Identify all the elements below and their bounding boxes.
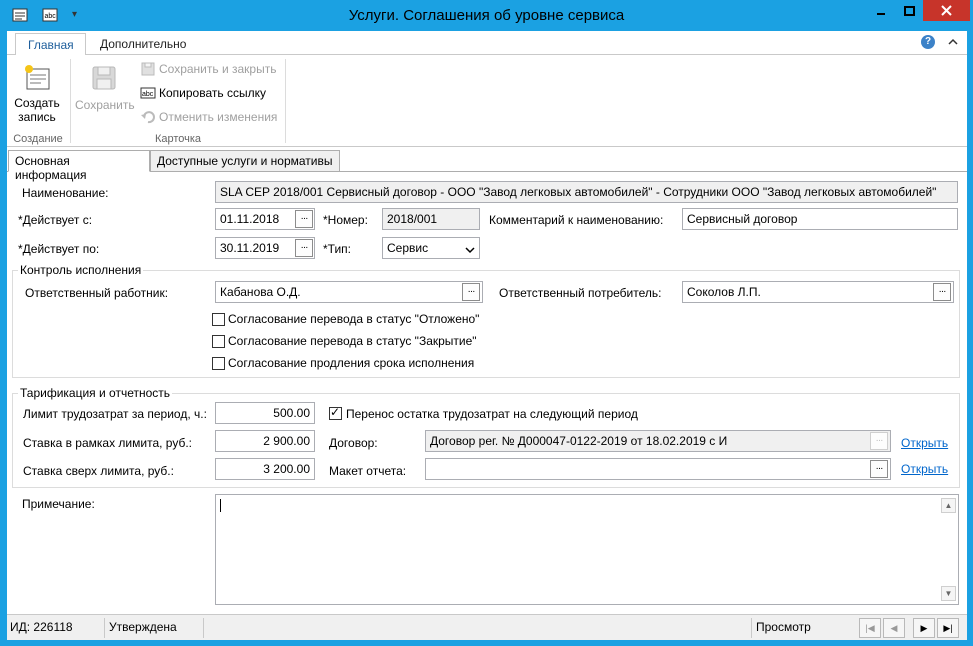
record-status: Утверждена	[109, 620, 177, 634]
view-mode: Просмотр	[756, 620, 811, 634]
tab-available-services[interactable]: Доступные услуги и нормативы	[150, 150, 340, 172]
save-icon	[92, 66, 116, 90]
status-bar: ИД: 226118 Утверждена Просмотр |◀ ◀ ▶ ▶|	[7, 614, 967, 640]
type-label: *Тип:	[323, 242, 352, 256]
ribbon: Создать запись Создание Сохранить Сохран…	[7, 55, 967, 147]
record-id: ИД: 226118	[10, 620, 73, 634]
approve-postponed-label: Согласование перевода в статус "Отложено…	[228, 312, 480, 326]
maximize-button[interactable]	[895, 0, 923, 21]
responsible-worker-label: Ответственный работник:	[25, 286, 169, 300]
contract-open-link[interactable]: Открыть	[901, 436, 948, 450]
number-label: *Номер:	[323, 213, 368, 227]
previous-record-button[interactable]: ◀	[883, 618, 905, 638]
ribbon-separator	[285, 59, 286, 143]
valid-from-label: *Действует с:	[18, 213, 93, 227]
rate-within-field[interactable]: 2 900.00	[215, 430, 315, 452]
help-icon[interactable]: ?	[921, 35, 935, 49]
report-layout-field[interactable]	[425, 458, 891, 480]
save-button[interactable]: Сохранить	[75, 61, 135, 112]
copy-link-icon: abc	[140, 85, 156, 101]
valid-from-picker-button[interactable]: ···	[295, 210, 313, 228]
next-record-button[interactable]: ▶	[913, 618, 935, 638]
note-label: Примечание:	[22, 497, 95, 511]
number-field[interactable]: 2018/001	[382, 208, 480, 230]
title-bar: abc ▾ Услуги. Соглашения об уровне серви…	[0, 0, 973, 31]
carryover-label: Перенос остатка трудозатрат на следующий…	[346, 407, 638, 421]
rate-over-field[interactable]: 3 200.00	[215, 458, 315, 480]
note-scroll-up-button[interactable]: ▲	[941, 498, 956, 513]
responsible-consumer-label: Ответственный потребитель:	[499, 286, 662, 300]
responsible-worker-picker-button[interactable]: ···	[462, 283, 480, 301]
contract-label: Договор:	[329, 436, 378, 450]
copy-link-label: Копировать ссылку	[159, 86, 266, 100]
group-create-label: Создание	[13, 133, 63, 145]
create-record-label: Создать запись	[14, 96, 60, 124]
save-and-close-label: Сохранить и закрыть	[159, 62, 277, 76]
contract-picker-button[interactable]: ···	[870, 432, 888, 450]
tab-main[interactable]: Главная	[15, 33, 86, 56]
text-cursor	[220, 499, 221, 512]
valid-to-label: *Действует по:	[18, 242, 100, 256]
group-card-label: Карточка	[154, 133, 202, 145]
app-window: abc ▾ Услуги. Соглашения об уровне серви…	[0, 0, 973, 646]
control-group-title: Контроль исполнения	[18, 263, 144, 277]
approve-extension-checkbox[interactable]	[212, 357, 225, 370]
tab-basic-info[interactable]: Основная информация	[8, 150, 150, 182]
save-close-icon	[140, 61, 156, 77]
note-textarea[interactable]	[215, 494, 959, 605]
save-and-close-button[interactable]: Сохранить и закрыть	[140, 59, 276, 79]
status-separator	[203, 618, 204, 638]
approve-closing-label: Согласование перевода в статус "Закрытие…	[228, 334, 477, 348]
comment-field[interactable]: Сервисный договор	[682, 208, 958, 230]
status-separator	[751, 618, 752, 638]
status-separator	[104, 618, 105, 638]
report-layout-picker-button[interactable]: ···	[870, 460, 888, 478]
last-record-button[interactable]: ▶|	[937, 618, 959, 638]
approve-closing-checkbox[interactable]	[212, 335, 225, 348]
name-label: Наименование:	[22, 186, 109, 200]
approve-postponed-checkbox[interactable]	[212, 313, 225, 326]
responsible-consumer-picker-button[interactable]: ···	[933, 283, 951, 301]
carryover-checkbox[interactable]	[329, 405, 342, 420]
window-title: Услуги. Соглашения об уровне сервиса	[348, 7, 625, 24]
contract-field[interactable]: Договор рег. № Д000047-0122-2019 от 18.0…	[425, 430, 891, 452]
undo-icon	[140, 109, 156, 125]
ribbon-separator	[70, 59, 71, 143]
report-layout-label: Макет отчета:	[329, 464, 407, 478]
collapse-ribbon-icon[interactable]	[947, 36, 959, 48]
rate-within-label: Ставка в рамках лимита, руб.:	[23, 436, 193, 450]
svg-text:abc: abc	[142, 91, 154, 98]
chevron-down-icon[interactable]	[465, 243, 475, 257]
comment-label: Комментарий к наименованию:	[489, 213, 664, 227]
save-label: Сохранить	[75, 98, 135, 112]
responsible-worker-field[interactable]: Кабанова О.Д.	[215, 281, 483, 303]
tariff-group-title: Тарификация и отчетность	[18, 386, 173, 400]
approve-extension-label: Согласование продления срока исполнения	[228, 356, 475, 370]
copy-link-button[interactable]: abc Копировать ссылку	[140, 83, 266, 103]
limit-field[interactable]: 500.00	[215, 402, 315, 424]
undo-changes-button[interactable]: Отменить изменения	[140, 107, 277, 127]
report-layout-open-link[interactable]: Открыть	[901, 462, 948, 476]
first-record-button[interactable]: |◀	[859, 618, 881, 638]
ribbon-tabs: Главная Дополнительно ?	[7, 31, 967, 56]
valid-to-picker-button[interactable]: ···	[295, 239, 313, 257]
close-button[interactable]	[923, 0, 970, 21]
undo-changes-label: Отменить изменения	[159, 110, 278, 124]
create-record-button[interactable]: Создать запись	[9, 61, 65, 124]
new-record-icon	[25, 65, 50, 90]
responsible-consumer-field[interactable]: Соколов Л.П.	[682, 281, 954, 303]
rate-over-label: Ставка сверх лимита, руб.:	[23, 464, 174, 478]
tab-additional[interactable]: Дополнительно	[88, 33, 198, 56]
limit-label: Лимит трудозатрат за период, ч.:	[23, 407, 207, 421]
name-field[interactable]: SLA CEP 2018/001 Сервисный договор - ООО…	[215, 181, 958, 203]
close-icon	[941, 5, 952, 16]
note-scroll-down-button[interactable]: ▼	[941, 586, 956, 601]
minimize-button[interactable]	[867, 0, 895, 21]
